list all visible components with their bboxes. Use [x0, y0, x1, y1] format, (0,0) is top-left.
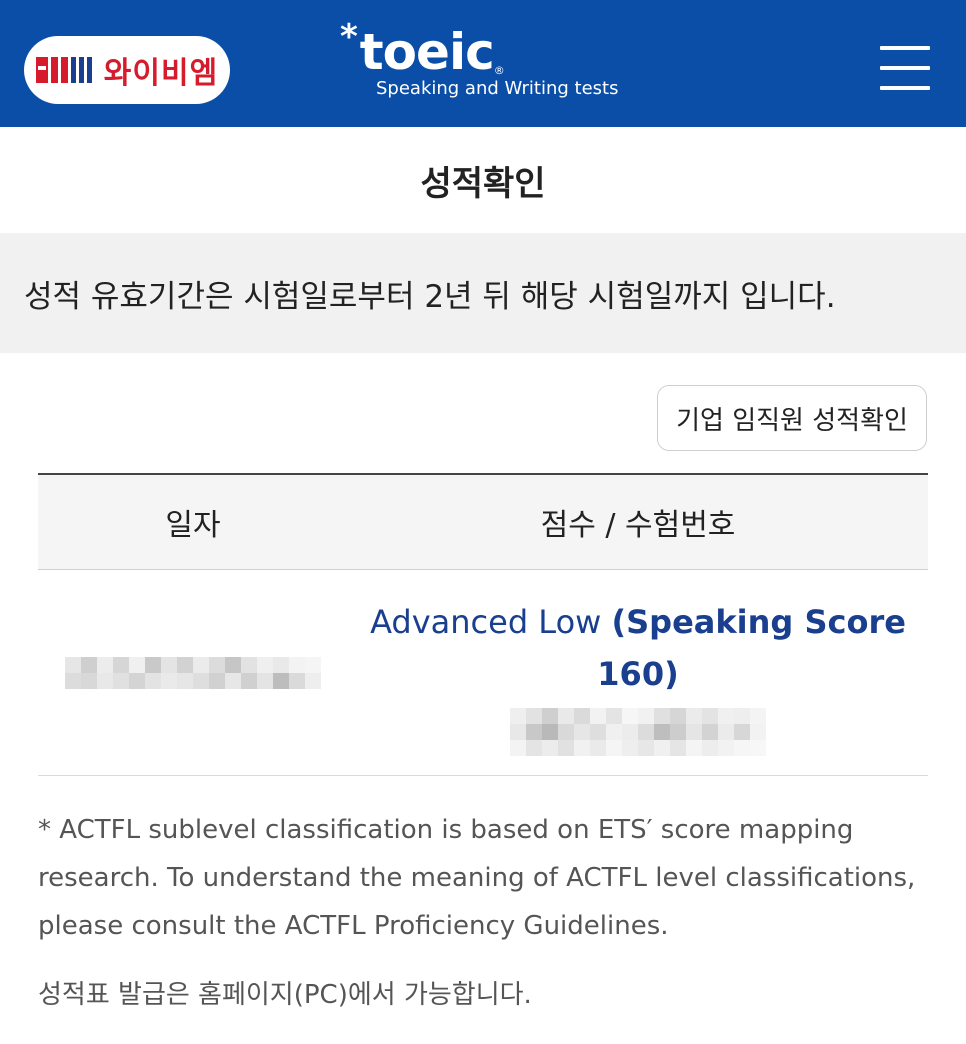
toeic-subtitle: Speaking and Writing tests [376, 78, 619, 99]
score-table: 일자 점수 / 수험번호 Advanced Low (Speaking Scor… [38, 473, 928, 776]
corporate-score-check-button[interactable]: 기업 임직원 성적확인 [657, 385, 927, 451]
page-title: 성적확인 [420, 163, 546, 204]
speaking-score: (Speaking Score 160) [597, 602, 906, 693]
score-cell: Advanced Low (Speaking Score 160) [348, 590, 928, 756]
toeic-wordmark: toeic [359, 23, 495, 81]
actfl-footnote: * ACTFL sublevel classification is based… [38, 815, 916, 941]
column-header-date: 일자 [165, 508, 221, 543]
table-header: 일자 점수 / 수험번호 [38, 473, 928, 570]
registered-mark: ® [493, 64, 505, 77]
ybm-logo[interactable]: 와이비엠 [24, 36, 230, 104]
ybm-logo-text: 와이비엠 [103, 56, 219, 91]
column-header-score: 점수 / 수험번호 [540, 508, 736, 543]
certificate-issuance-note: 성적표 발급은 홈페이지(PC)에서 가능합니다. [38, 980, 532, 1010]
toeic-logo[interactable]: * toeic ® Speaking and Writing tests [340, 17, 619, 99]
validity-notice: 성적 유효기간은 시험일로부터 2년 뒤 해당 시험일까지 입니다. [0, 233, 966, 353]
top-header: 와이비엠 * toeic ® Speaking and Writing test… [0, 0, 966, 127]
toeic-star-icon: * [340, 17, 358, 57]
registration-number-redacted [348, 707, 928, 756]
test-date-redacted [38, 656, 348, 689]
actfl-level: Advanced Low [370, 602, 602, 641]
ybm-logo-mark-icon [35, 57, 92, 83]
table-row: Advanced Low (Speaking Score 160) [38, 570, 928, 776]
hamburger-menu-icon[interactable] [880, 46, 930, 90]
score-result[interactable]: Advanced Low (Speaking Score 160) [348, 596, 928, 700]
